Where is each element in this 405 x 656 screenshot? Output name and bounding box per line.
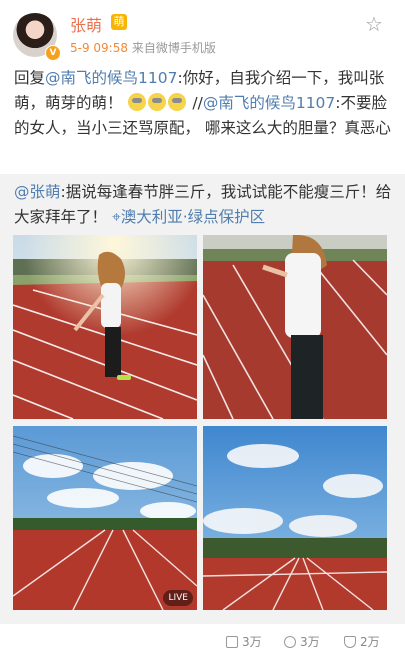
emoji-icon xyxy=(128,93,147,111)
like-button[interactable]: 2万 xyxy=(344,633,380,650)
emoji-icon xyxy=(168,93,187,111)
photo-grid: LIVE xyxy=(13,235,387,610)
photo-3[interactable]: LIVE xyxy=(13,426,197,610)
live-photo-badge: LIVE xyxy=(163,590,193,606)
original-author-link[interactable]: @张萌 xyxy=(14,183,61,201)
comment-icon xyxy=(284,636,296,648)
photo-2[interactable] xyxy=(203,235,387,419)
post-timestamp: 5-9 09:58 xyxy=(70,41,128,55)
post-meta: 5-9 09:58 来自微博手机版 xyxy=(70,39,216,56)
location-label: 澳大利亚·绿点保护区 xyxy=(120,208,266,226)
repost-button[interactable]: 3万 xyxy=(226,633,262,650)
star-icon[interactable]: ☆ xyxy=(365,14,383,34)
photo-4[interactable] xyxy=(203,426,387,610)
like-count: 2万 xyxy=(360,635,380,649)
mention-link[interactable]: @南飞的候鸟1107 xyxy=(45,69,177,87)
photo-1[interactable] xyxy=(13,235,197,419)
comment-count: 3万 xyxy=(300,635,320,649)
repost-count: 3万 xyxy=(242,635,262,649)
post-body: 回复@南飞的候鸟1107:你好，自我介绍一下，我叫张萌，萌芽的萌！ //@南飞的… xyxy=(14,66,392,141)
reply-label: 回复 xyxy=(14,69,46,87)
action-bar: 3万 3万 2万 xyxy=(0,624,405,656)
repost-icon xyxy=(226,636,238,648)
mention-link[interactable]: @南飞的候鸟1107 xyxy=(203,94,335,112)
post-source[interactable]: 来自微博手机版 xyxy=(132,41,216,55)
thumbs-up-icon xyxy=(344,636,356,648)
location-pin-icon: ⌖ xyxy=(111,208,121,226)
repost-separator: // xyxy=(187,94,203,112)
username[interactable]: 张萌 xyxy=(70,12,102,36)
post-header: V 张萌 萌 5-9 09:58 来自微博手机版 ☆ xyxy=(0,0,405,62)
reposted-weibo[interactable]: @张萌:据说每逢春节胖三斤，我试试能不能瘦三斤！给大家拜年了！ ⌖澳大利亚·绿点… xyxy=(0,174,405,624)
verified-badge-icon: V xyxy=(45,45,61,61)
member-crown-icon: 萌 xyxy=(111,14,127,30)
comment-button[interactable]: 3万 xyxy=(284,633,320,650)
location-link[interactable]: ⌖澳大利亚·绿点保护区 xyxy=(112,208,265,226)
emoji-icon xyxy=(148,93,167,111)
original-post-text: @张萌:据说每逢春节胖三斤，我试试能不能瘦三斤！给大家拜年了！ ⌖澳大利亚·绿点… xyxy=(14,180,394,230)
